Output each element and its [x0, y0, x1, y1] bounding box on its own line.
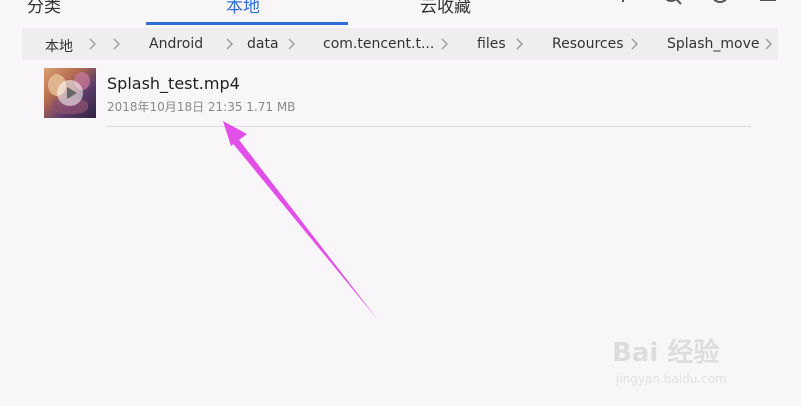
active-tab-indicator: [146, 22, 348, 25]
menu-icon[interactable]: [757, 0, 779, 12]
play-icon: [57, 80, 83, 106]
chevron-right-icon: [113, 38, 120, 50]
breadcrumb-item-local[interactable]: 本地: [45, 36, 73, 56]
video-thumbnail: [44, 68, 96, 118]
chevron-right-icon: [89, 38, 96, 50]
top-tab-bar: 分类 本地 云收藏: [0, 0, 801, 26]
breadcrumb-item-data[interactable]: data: [247, 36, 279, 52]
breadcrumb-item-files[interactable]: files: [477, 36, 506, 52]
chevron-right-icon: [441, 38, 448, 50]
breadcrumb-item-android[interactable]: Android: [149, 36, 203, 52]
tab-cloud[interactable]: 云收藏: [420, 0, 471, 17]
chevron-right-icon: [516, 38, 523, 50]
watermark-text: Bai 经验: [612, 338, 720, 368]
file-name: Splash_test.mp4: [107, 74, 240, 93]
chevron-right-icon: [765, 38, 772, 50]
breadcrumb: 本地 Android data com.tencent.t... files R…: [22, 28, 778, 60]
breadcrumb-item-package[interactable]: com.tencent.t...: [323, 36, 434, 52]
tab-local[interactable]: 本地: [226, 0, 260, 17]
divider: [107, 126, 751, 127]
watermark: Bai 经验 jingyan.baidu.com: [612, 318, 772, 390]
add-icon[interactable]: [612, 0, 634, 12]
file-meta: 2018年10月18日 21:35 1.71 MB: [107, 100, 296, 114]
chevron-right-icon: [631, 38, 638, 50]
list-item[interactable]: Splash_test.mp4 2018年10月18日 21:35 1.71 M…: [44, 68, 751, 128]
file-manager-screen: 分类 本地 云收藏 本地 Android data com.tencent.t.…: [0, 0, 801, 406]
tab-classify[interactable]: 分类: [27, 0, 61, 17]
breadcrumb-item-resources[interactable]: Resources: [552, 36, 624, 52]
breadcrumb-item-splash-move[interactable]: Splash_move: [667, 36, 760, 52]
watermark-url: jingyan.baidu.com: [616, 372, 727, 386]
chevron-right-icon: [226, 38, 233, 50]
search-icon[interactable]: [661, 0, 683, 12]
refresh-icon[interactable]: [710, 0, 732, 12]
chevron-right-icon: [288, 38, 295, 50]
